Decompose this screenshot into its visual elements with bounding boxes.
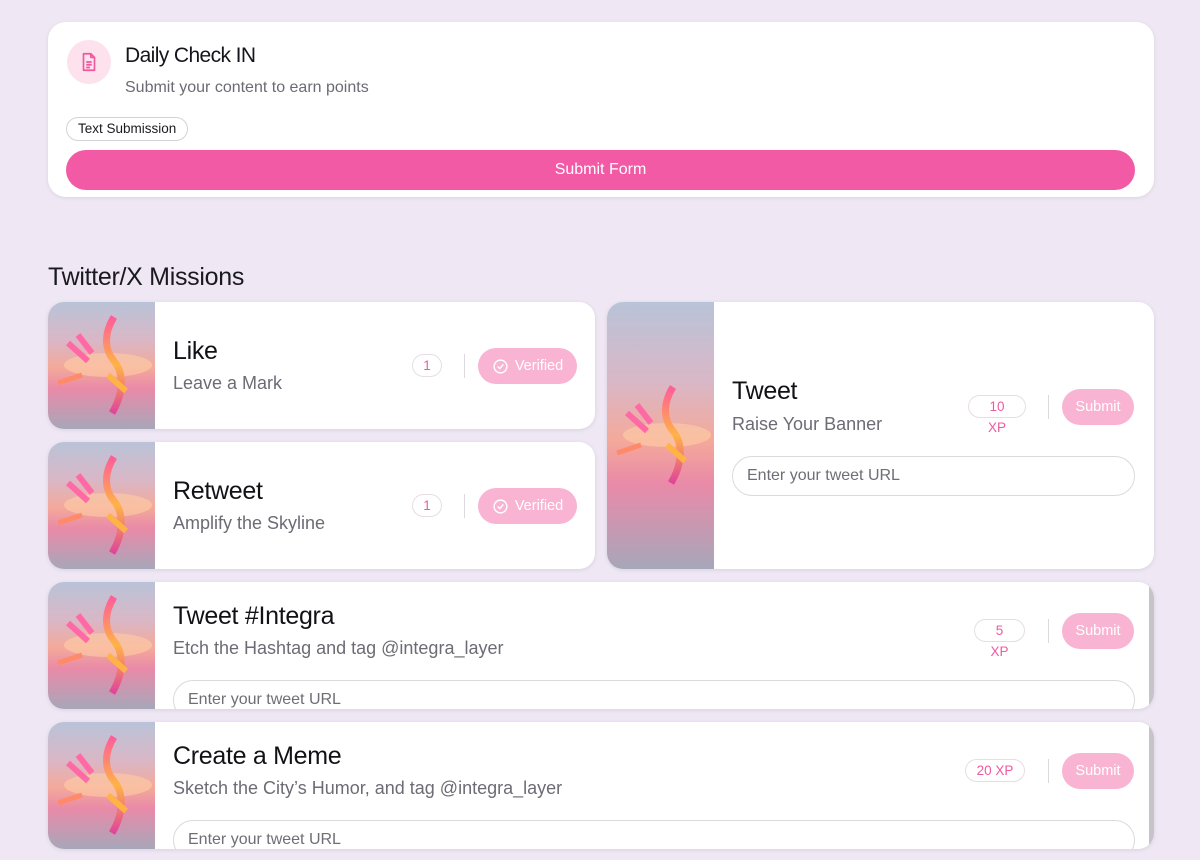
check-circle-icon: [493, 498, 508, 514]
mission-thumbnail: [48, 722, 155, 849]
mission-title: Tweet #Integra: [173, 602, 335, 630]
divider: [1048, 759, 1049, 783]
checkin-title: Daily Check IN: [125, 44, 256, 67]
mission-title: Create a Meme: [173, 742, 342, 770]
text-submission-chip[interactable]: Text Submission: [66, 117, 189, 141]
daily-checkin-card: Daily Check IN Submit your content to ea…: [48, 22, 1154, 197]
tweet-url-input[interactable]: [173, 680, 1135, 709]
count-badge: 1: [412, 494, 442, 517]
document-icon: [67, 40, 111, 84]
tweet-url-input[interactable]: [173, 820, 1135, 849]
divider: [464, 494, 465, 518]
mission-thumbnail: [48, 582, 155, 709]
xp-badge: 20 XP: [965, 759, 1025, 782]
divider: [464, 354, 465, 378]
mission-subtitle: Sketch the City’s Humor, and tag @integr…: [173, 778, 563, 798]
mission-subtitle: Etch the Hashtag and tag @integra_layer: [173, 638, 504, 658]
mission-card-create-meme: Create a Meme Sketch the City’s Humor, a…: [48, 722, 1154, 849]
mission-subtitle: Amplify the Skyline: [173, 513, 326, 533]
checkin-subtitle: Submit your content to earn points: [125, 79, 369, 96]
mission-title: Tweet: [732, 377, 798, 405]
mission-card-tweet: Tweet Raise Your Banner 10 XP Submit: [607, 302, 1154, 569]
verified-label: Verified: [514, 358, 564, 374]
mission-title: Retweet: [173, 477, 263, 505]
mission-thumbnail: [48, 302, 155, 429]
scrollbar[interactable]: [1149, 582, 1154, 709]
submit-form-button[interactable]: Submit Form: [66, 150, 1135, 190]
divider: [1048, 619, 1049, 643]
check-circle-icon: [493, 358, 508, 374]
tweet-url-input[interactable]: [732, 456, 1135, 496]
xp-badge: 5 XP: [974, 619, 1025, 659]
mission-thumbnail: [607, 302, 714, 569]
submit-button[interactable]: Submit: [1062, 389, 1134, 425]
verified-button[interactable]: Verified: [478, 488, 577, 524]
section-title: Twitter/X Missions: [48, 263, 245, 291]
mission-subtitle: Raise Your Banner: [732, 414, 883, 434]
xp-badge: 10 XP: [968, 395, 1026, 435]
mission-thumbnail: [48, 442, 155, 569]
divider: [1048, 395, 1049, 419]
count-badge: 1: [412, 354, 442, 377]
mission-title: Like: [173, 337, 218, 365]
mission-card-like: Like Leave a Mark 1 Verified: [48, 302, 595, 429]
verified-button[interactable]: Verified: [478, 348, 577, 384]
mission-subtitle: Leave a Mark: [173, 373, 283, 393]
submit-button[interactable]: Submit: [1062, 613, 1134, 649]
mission-card-retweet: Retweet Amplify the Skyline 1 Verified: [48, 442, 595, 569]
verified-label: Verified: [514, 498, 564, 514]
submit-button[interactable]: Submit: [1062, 753, 1134, 789]
scrollbar[interactable]: [1149, 722, 1154, 849]
mission-card-tweet-integra: Tweet #Integra Etch the Hashtag and tag …: [48, 582, 1154, 709]
